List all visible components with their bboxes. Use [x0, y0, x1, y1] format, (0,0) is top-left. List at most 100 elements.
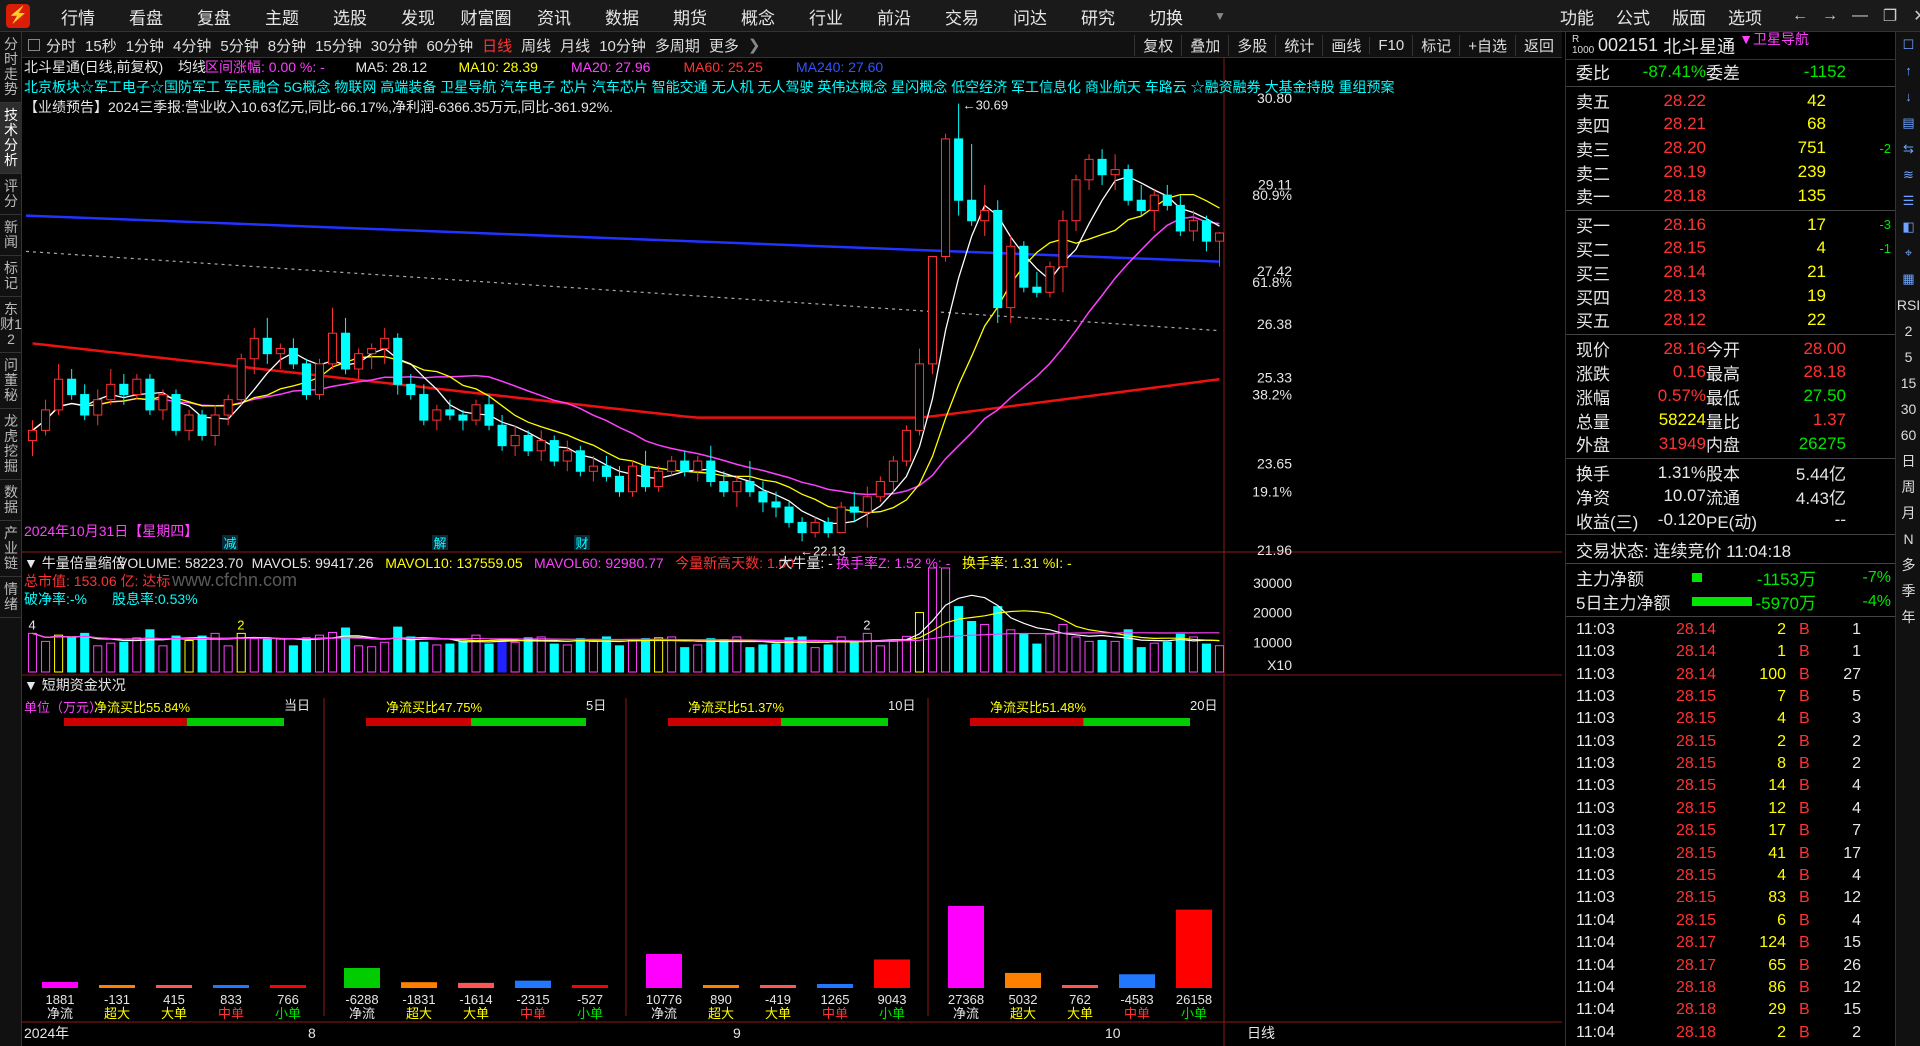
left-tab-6[interactable]: 问董秘 — [0, 353, 22, 409]
period-2[interactable]: 1分钟 — [126, 35, 164, 56]
menu-4[interactable]: 选股 — [316, 4, 384, 29]
forward-icon[interactable]: → — [1815, 7, 1845, 25]
left-tab-7[interactable]: 龙虎挖掘 — [0, 409, 22, 480]
tool-3[interactable]: 统计 — [1275, 34, 1322, 56]
kline-chart-svg[interactable]: 北斗星通(日线,前复权) 均线 区间涨幅: 0.00 %: - MA5: 28.12 M… — [22, 58, 1562, 1046]
menu-more-icon[interactable]: ▼ — [1200, 9, 1240, 23]
menu-14[interactable]: 问达 — [996, 4, 1064, 29]
sidebar-tool-icon[interactable]: ⇆ — [1896, 136, 1920, 162]
sidebar-tool-icon[interactable]: ☐ — [1896, 32, 1920, 58]
event-mark[interactable]: 解 — [433, 536, 446, 551]
left-tab-4[interactable]: 标记 — [0, 256, 22, 297]
left-tab-2[interactable]: 评分 — [0, 174, 22, 215]
menu-12[interactable]: 前沿 — [860, 4, 928, 29]
concept-tags[interactable]: 北京板块☆军工电子☆国防军工 军民融合 5G概念 物联网 高端装备 卫星导航 汽… — [24, 79, 1394, 95]
menu-6[interactable]: 财富圈 — [452, 4, 520, 29]
menu-7[interactable]: 资讯 — [520, 4, 588, 29]
menu-5[interactable]: 发现 — [384, 4, 452, 29]
sidebar-period-2[interactable]: 5 — [1896, 344, 1920, 370]
period-12[interactable]: 10分钟 — [599, 35, 646, 56]
tool-4[interactable]: 画线 — [1322, 34, 1369, 56]
left-tab-3[interactable]: 新闻 — [0, 215, 22, 256]
menu-10[interactable]: 概念 — [724, 4, 792, 29]
menu-16[interactable]: 切换 — [1132, 4, 1200, 29]
period-6[interactable]: 15分钟 — [315, 35, 362, 56]
left-tab-9[interactable]: 产业链 — [0, 521, 22, 577]
back-icon[interactable]: ← — [1785, 7, 1815, 25]
period-9[interactable]: 日线 — [482, 35, 512, 56]
event-mark[interactable]: 财 — [575, 536, 588, 551]
sidebar-period-0[interactable]: RSI — [1896, 292, 1920, 318]
period-8[interactable]: 60分钟 — [426, 35, 473, 56]
bids-row[interactable]: 买二 28.15 4 -1 — [1566, 237, 1895, 261]
sidebar-period-8[interactable]: 月 — [1896, 500, 1920, 526]
asks-row[interactable]: 卖四 28.21 68 — [1566, 113, 1895, 137]
right-menu-2[interactable]: 版面 — [1672, 4, 1706, 29]
right-menu-1[interactable]: 公式 — [1616, 4, 1650, 29]
sidebar-period-3[interactable]: 15 — [1896, 370, 1920, 396]
sidebar-tool-icon[interactable]: ↑ — [1896, 58, 1920, 84]
asks-row[interactable]: 卖五 28.22 42 — [1566, 89, 1895, 113]
sidebar-tool-icon[interactable]: ↓ — [1896, 84, 1920, 110]
sidebar-tool-icon[interactable]: ⌖ — [1896, 240, 1920, 266]
menu-1[interactable]: 看盘 — [112, 4, 180, 29]
period-7[interactable]: 30分钟 — [371, 35, 418, 56]
tool-6[interactable]: 标记 — [1412, 34, 1459, 56]
vol-title[interactable]: ▼ 牛量倍量缩倍 — [24, 555, 126, 571]
left-tab-5[interactable]: 东财12 — [0, 297, 22, 353]
minimize-icon[interactable]: — — [1845, 7, 1875, 25]
sidebar-period-4[interactable]: 30 — [1896, 396, 1920, 422]
left-tab-10[interactable]: 情绪 — [0, 577, 22, 618]
period-4[interactable]: 5分钟 — [220, 35, 258, 56]
fund-title[interactable]: ▼ 短期资金状况 — [24, 677, 126, 693]
period-1[interactable]: 15秒 — [85, 35, 117, 56]
sidebar-tool-icon[interactable]: ◧ — [1896, 214, 1920, 240]
bottom-period[interactable]: 日线 — [1247, 1025, 1275, 1041]
period-11[interactable]: 月线 — [560, 35, 590, 56]
sidebar-period-7[interactable]: 周 — [1896, 474, 1920, 500]
asks-row[interactable]: 卖三 28.20 751 -2 — [1566, 136, 1895, 160]
menu-13[interactable]: 交易 — [928, 4, 996, 29]
sidebar-tool-icon[interactable]: ☰ — [1896, 188, 1920, 214]
tool-2[interactable]: 多股 — [1228, 34, 1275, 56]
event-mark[interactable]: 减 — [223, 536, 236, 551]
menu-0[interactable]: 行情 — [44, 4, 112, 29]
period-3[interactable]: 4分钟 — [173, 35, 211, 56]
tick-list[interactable]: 11:03 28.14 2 B 1 11:03 28.14 1 B 1 11:03 28.14 100 B… — [1566, 619, 1895, 1044]
sidebar-period-9[interactable]: N — [1896, 526, 1920, 552]
menu-9[interactable]: 期货 — [656, 4, 724, 29]
sidebar-tool-icon[interactable]: ≋ — [1896, 162, 1920, 188]
period-10[interactable]: 周线 — [521, 35, 551, 56]
asks-row[interactable]: 卖一 28.18 135 — [1566, 184, 1895, 208]
menu-3[interactable]: 主题 — [248, 4, 316, 29]
bids-row[interactable]: 买四 28.13 19 — [1566, 284, 1895, 308]
left-tab-1[interactable]: 技术分析 — [0, 103, 22, 174]
period-13[interactable]: 多周期 — [655, 35, 700, 56]
sidebar-period-12[interactable]: 年 — [1896, 604, 1920, 630]
close-icon[interactable]: ✕ — [1905, 6, 1920, 26]
sidebar-period-10[interactable]: 多 — [1896, 552, 1920, 578]
kline-chart-area[interactable]: 北斗星通(日线,前复权) 均线 区间涨幅: 0.00 %: - MA5: 28.12 M… — [22, 58, 1562, 1046]
period-0[interactable]: 分时 — [46, 35, 76, 56]
tool-8[interactable]: 返回 — [1514, 34, 1562, 56]
tool-5[interactable]: F10 — [1369, 36, 1412, 54]
sidebar-period-1[interactable]: 2 — [1896, 318, 1920, 344]
bids-row[interactable]: 买三 28.14 21 — [1566, 260, 1895, 284]
period-next-icon[interactable]: ❯ — [748, 36, 761, 54]
right-menu-0[interactable]: 功能 — [1560, 4, 1594, 29]
tool-0[interactable]: 复权 — [1134, 34, 1181, 56]
menu-11[interactable]: 行业 — [792, 4, 860, 29]
sidebar-period-6[interactable]: 日 — [1896, 448, 1920, 474]
bids-row[interactable]: 买一 28.16 17 -3 — [1566, 213, 1895, 237]
right-menu-3[interactable]: 选项 — [1728, 4, 1762, 29]
asks-row[interactable]: 卖二 28.19 239 — [1566, 160, 1895, 184]
menu-15[interactable]: 研究 — [1064, 4, 1132, 29]
restore-icon[interactable]: ❐ — [1875, 6, 1905, 26]
sidebar-tool-icon[interactable]: ▦ — [1896, 266, 1920, 292]
sidebar-period-5[interactable]: 60 — [1896, 422, 1920, 448]
left-tab-8[interactable]: 数据 — [0, 480, 22, 521]
sidebar-period-11[interactable]: 季 — [1896, 578, 1920, 604]
menu-2[interactable]: 复盘 — [180, 4, 248, 29]
tool-1[interactable]: 叠加 — [1181, 34, 1228, 56]
toggle-checkbox[interactable] — [28, 39, 40, 51]
